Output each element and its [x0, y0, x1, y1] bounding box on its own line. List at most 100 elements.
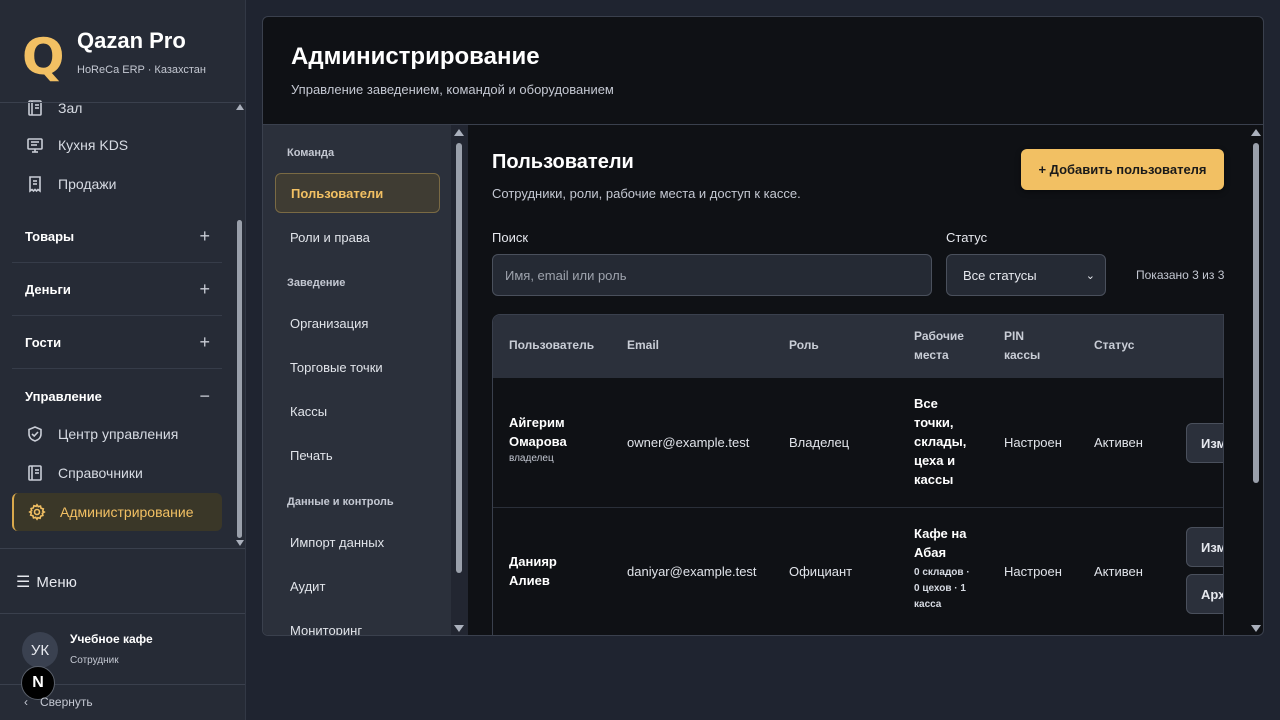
- subnav-item-roles[interactable]: Роли и права: [275, 217, 440, 257]
- menu-button[interactable]: ☰ Меню: [16, 572, 77, 592]
- users-content: Пользователи Сотрудники, роли, рабочие м…: [468, 125, 1263, 635]
- sidebar-group-goods[interactable]: Товары +: [12, 211, 222, 263]
- user-workplaces: Кафе на Абая 0 складов · 0 цехов · 1 кас…: [914, 524, 976, 613]
- column-header-user[interactable]: Пользователь: [509, 336, 594, 355]
- subnav-item-monitoring[interactable]: Мониторинг: [275, 610, 440, 636]
- edit-user-button[interactable]: Изм: [1186, 423, 1223, 463]
- brand-logo: Q: [22, 28, 65, 86]
- column-header-status[interactable]: Статус: [1094, 336, 1134, 355]
- admin-subnav: Команда Пользователи Роли и права Заведе…: [263, 125, 468, 636]
- scroll-up-arrow-icon[interactable]: [454, 129, 464, 136]
- sidebar-item-label: Кухня KDS: [58, 137, 129, 153]
- user-email: daniyar@example.test: [627, 564, 757, 579]
- sidebar-group-label: Управление: [25, 388, 102, 404]
- column-header-pin[interactable]: PIN кассы: [1004, 327, 1054, 365]
- add-user-button[interactable]: + Добавить пользователя: [1021, 149, 1224, 190]
- collapse-button[interactable]: ‹ Свернуть: [24, 695, 93, 709]
- scroll-down-arrow-icon[interactable]: [454, 625, 464, 632]
- page-title: Администрирование: [291, 43, 540, 70]
- book-icon: [26, 464, 44, 482]
- results-count: Показано 3 из 3: [1136, 268, 1225, 282]
- user-role: Сотрудник: [70, 655, 119, 666]
- sidebar-item-kitchen-kds[interactable]: Кухня KDS: [12, 126, 222, 164]
- divider: [0, 102, 245, 103]
- sidebar-item-label: Справочники: [58, 465, 143, 481]
- sidebar-nav: Зал Кухня KDS Продажи Товары + Деньги + …: [0, 95, 232, 541]
- column-header-role[interactable]: Роль: [789, 336, 819, 355]
- sidebar-item-label: Центр управления: [58, 426, 179, 442]
- sidebar-group-guests[interactable]: Гости +: [12, 317, 222, 369]
- section-subtitle: Сотрудники, роли, рабочие места и доступ…: [492, 186, 801, 201]
- sidebar-item-hall[interactable]: Зал: [12, 95, 222, 127]
- chevron-down-icon: ⌄: [1085, 269, 1095, 282]
- subnav-section-venue: Заведение: [287, 277, 346, 289]
- subnav-item-audit[interactable]: Аудит: [275, 566, 440, 606]
- subnav-item-printing[interactable]: Печать: [275, 435, 440, 475]
- subnav-item-outlets[interactable]: Торговые точки: [275, 347, 440, 387]
- status-select[interactable]: Все статусы ⌄: [946, 254, 1106, 296]
- menu-label: Меню: [36, 573, 77, 591]
- subnav-scrollbar-thumb[interactable]: [456, 143, 462, 573]
- search-label: Поиск: [492, 230, 529, 245]
- avatar[interactable]: УК: [22, 632, 58, 668]
- user-email: owner@example.test: [627, 435, 750, 450]
- minus-icon: −: [199, 385, 210, 406]
- gear-icon: [28, 503, 46, 521]
- table-row[interactable]: Айгерим Омарова владелец owner@example.t…: [493, 378, 1223, 508]
- brand-subtitle: HoReCa ERP · Казахстан: [77, 64, 206, 76]
- divider: [0, 548, 245, 549]
- sidebar-item-directories[interactable]: Справочники: [12, 454, 222, 492]
- sidebar-item-label: Администрирование: [60, 504, 194, 520]
- receipt-icon: [26, 175, 44, 193]
- divider: [0, 613, 245, 614]
- subnav-item-import[interactable]: Импорт данных: [275, 522, 440, 562]
- plus-icon: +: [199, 279, 210, 299]
- sidebar-scrollbar-thumb[interactable]: [237, 220, 242, 538]
- subnav-item-users[interactable]: Пользователи: [275, 173, 440, 213]
- sidebar-item-sales[interactable]: Продажи: [12, 165, 222, 203]
- scroll-up-arrow-icon[interactable]: [236, 104, 244, 110]
- monitor-icon: [26, 136, 44, 154]
- sidebar-item-administration[interactable]: Администрирование: [12, 493, 222, 531]
- subnav-item-organization[interactable]: Организация: [275, 303, 440, 343]
- status-label: Статус: [946, 230, 988, 245]
- hamburger-icon: ☰: [16, 574, 31, 591]
- sidebar-group-money[interactable]: Деньги +: [12, 264, 222, 316]
- brand[interactable]: Q Qazan Pro HoReCa ERP · Казахстан: [22, 28, 232, 84]
- sidebar-item-control-center[interactable]: Центр управления: [12, 415, 222, 453]
- scroll-down-arrow-icon[interactable]: [1251, 625, 1261, 632]
- sidebar-group-label: Товары: [25, 229, 75, 244]
- subnav-section-team: Команда: [287, 147, 335, 159]
- edit-user-button[interactable]: Изм: [1186, 527, 1223, 567]
- column-header-workplaces[interactable]: Рабочие места: [914, 327, 984, 365]
- scroll-down-arrow-icon[interactable]: [236, 540, 244, 546]
- search-input[interactable]: [492, 254, 932, 296]
- column-header-email[interactable]: Email: [627, 336, 659, 355]
- brand-title: Qazan Pro: [77, 28, 186, 53]
- plus-icon: +: [199, 226, 210, 246]
- content-scrollbar-thumb[interactable]: [1253, 143, 1259, 483]
- subnav-item-registers[interactable]: Кассы: [275, 391, 440, 431]
- sidebar-item-label: Продажи: [58, 176, 117, 192]
- workplace-name: Кафе на Абая: [914, 526, 967, 560]
- plus-icon: +: [199, 332, 210, 352]
- user-full-name: Айгерим Омарова: [509, 415, 567, 449]
- status-select-value: Все статусы: [963, 267, 1037, 283]
- user-role: Владелец: [789, 435, 850, 450]
- user-role: Официант: [789, 564, 853, 579]
- user-status: Активен: [1094, 564, 1143, 579]
- archive-user-button[interactable]: Арх: [1186, 574, 1223, 614]
- app-sidebar: Q Qazan Pro HoReCa ERP · Казахстан Зал К…: [0, 0, 246, 720]
- user-status: Активен: [1094, 435, 1143, 450]
- user-pin-status: Настроен: [1004, 564, 1062, 579]
- scroll-up-arrow-icon[interactable]: [1251, 129, 1261, 136]
- page-subtitle: Управление заведением, командой и оборуд…: [291, 82, 614, 97]
- workplace-detail: 0 складов · 0 цехов · 1 касса: [914, 567, 970, 610]
- user-name: Айгерим Омарова владелец: [509, 413, 599, 467]
- user-workplaces: Все точки, склады, цеха и кассы: [914, 396, 967, 487]
- section-title: Пользователи: [492, 151, 634, 173]
- subnav-section-data: Данные и контроль: [287, 496, 394, 508]
- user-name: Данияр Алиев: [509, 554, 557, 588]
- shield-icon: [26, 425, 44, 443]
- table-row[interactable]: Данияр Алиев daniyar@example.test Официа…: [493, 508, 1223, 635]
